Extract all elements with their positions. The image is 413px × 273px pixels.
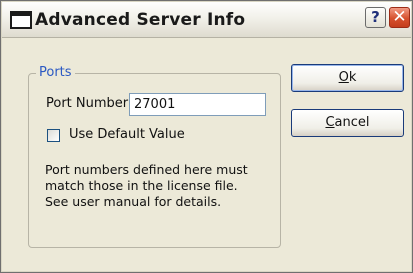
port-note-text: Port numbers defined here must match tho… [45,162,270,210]
port-number-input[interactable] [129,93,266,116]
close-icon[interactable]: ✕ [389,7,410,28]
note-line: See user manual for details. [45,194,222,209]
ok-button[interactable]: Ok [291,64,404,92]
use-default-label[interactable]: Use Default Value [69,127,185,142]
cancel-button[interactable]: Cancel [291,109,404,137]
dialog-title: Advanced Server Info [35,10,246,30]
title-bar[interactable]: Advanced Server Info ? ✕ [2,2,411,38]
ok-mnemonic: O [338,70,349,85]
note-line: match those in the license file. [45,178,238,193]
use-default-checkbox[interactable] [47,129,60,142]
window-icon[interactable] [10,11,32,29]
ok-label-rest: k [348,70,357,85]
cancel-label-rest: ancel [334,115,370,130]
note-line: Port numbers defined here must [45,162,248,177]
advanced-server-info-dialog: Advanced Server Info ? ✕ Ports Port Numb… [0,0,413,273]
ports-group-label: Ports [36,65,75,80]
help-icon[interactable]: ? [365,7,386,28]
cancel-mnemonic: C [325,115,335,130]
port-number-label: Port Number [46,96,129,111]
